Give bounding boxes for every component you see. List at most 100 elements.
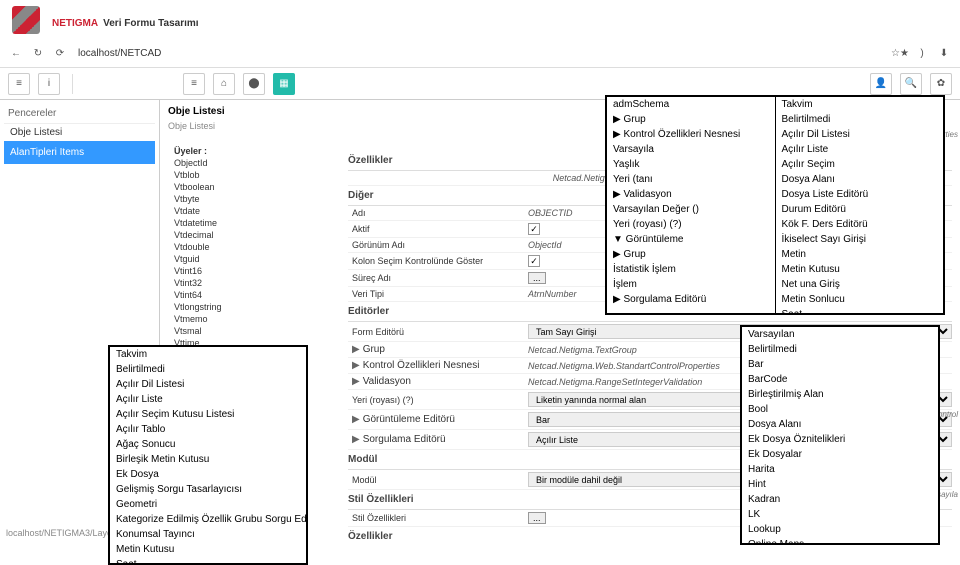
dropdown-item[interactable]: admSchema bbox=[607, 97, 775, 112]
home-button[interactable]: ⌂ bbox=[213, 73, 235, 95]
dropdown-item[interactable]: Kategorize Edilmiş Özellik Grubu Sorgu E… bbox=[110, 512, 306, 527]
alantipleri-item[interactable]: AlanTipleri Items bbox=[4, 141, 155, 164]
dropdown-item[interactable]: Durum Editörü bbox=[776, 202, 944, 217]
dropdown-item[interactable]: Açılır Seçim bbox=[776, 157, 944, 172]
dropdown-item[interactable]: Ek Dosya Öznitelikleri bbox=[742, 432, 938, 447]
list-button[interactable]: ≡ bbox=[183, 73, 205, 95]
member-item[interactable]: Vtbyt​e bbox=[170, 193, 270, 205]
dropdown-item[interactable]: Geometri bbox=[110, 497, 306, 512]
dropdown-item[interactable]: Yeri (royası) (?) bbox=[607, 217, 775, 232]
dropdown-item[interactable]: ▶ Grup bbox=[607, 112, 775, 127]
dropdown-item[interactable]: Birleşik Metin Kutusu bbox=[110, 452, 306, 467]
member-item[interactable]: Vtint16 bbox=[170, 265, 270, 277]
star-icon[interactable]: ☆★ bbox=[892, 46, 908, 62]
dropdown-item[interactable]: Açılır Dil Listesi bbox=[110, 377, 306, 392]
dropdown-item[interactable]: Ek Dosyalar bbox=[742, 447, 938, 462]
location-icon[interactable]: ⬤ bbox=[243, 73, 265, 95]
dropdown-item[interactable]: Açılır Liste bbox=[776, 142, 944, 157]
member-item[interactable]: Vtdecimal bbox=[170, 229, 270, 241]
dropdown-item[interactable]: Açılır Tablo bbox=[110, 422, 306, 437]
back-icon[interactable]: ← bbox=[8, 46, 24, 62]
dropdown-item[interactable]: Birleştirilmiş Alan bbox=[742, 387, 938, 402]
dropdown-item[interactable]: Yaşlık bbox=[607, 157, 775, 172]
member-item[interactable]: Vtlongstring bbox=[170, 301, 270, 313]
dropdown-item[interactable]: Metin bbox=[776, 247, 944, 262]
dropdown-item[interactable]: Belirtilmedi bbox=[110, 362, 306, 377]
menu-icon[interactable]: ) bbox=[914, 46, 930, 62]
dropdown-item[interactable]: Açılır Dil Listesi bbox=[776, 127, 944, 142]
dropdown-item[interactable]: ▼ Görüntüleme bbox=[607, 232, 775, 247]
dropdown-item[interactable]: Açılır Liste bbox=[110, 392, 306, 407]
dropdown-item[interactable]: Metin Kutusu bbox=[110, 542, 306, 557]
dropdown-item[interactable]: Dosya Alanı bbox=[742, 417, 938, 432]
dropdown-item[interactable]: ▶ Kontrol Özellikleri Nesnesi bbox=[607, 127, 775, 142]
dropdown-item[interactable]: Hint bbox=[742, 477, 938, 492]
member-item[interactable]: Vtdouble bbox=[170, 241, 270, 253]
member-item[interactable]: Vtint32 bbox=[170, 277, 270, 289]
pencereler-header[interactable]: Pencereler bbox=[4, 104, 155, 124]
member-item[interactable]: Vtmemo bbox=[170, 313, 270, 325]
dropdown-item[interactable]: Belirtilmedi bbox=[776, 112, 944, 127]
reload-icon[interactable]: ⟳ bbox=[52, 46, 68, 62]
member-item[interactable]: ObjectId bbox=[170, 157, 270, 169]
dropdown-top-right[interactable]: admSchema▶ Grup▶ Kontrol Özellikleri Nes… bbox=[605, 95, 945, 315]
dropdown-item[interactable]: Saat bbox=[776, 307, 944, 315]
dropdown-item[interactable]: Varsayılan bbox=[742, 327, 938, 342]
dropdown-item[interactable]: İstatistik İşlem bbox=[607, 262, 775, 277]
dropdown-item[interactable]: İkiselect Sayı Girişi bbox=[776, 232, 944, 247]
dropdown-item[interactable]: İşlem bbox=[607, 277, 775, 292]
download-icon[interactable]: ⬇ bbox=[936, 46, 952, 62]
info-button[interactable]: i bbox=[38, 73, 60, 95]
kolon-checkbox[interactable] bbox=[528, 255, 540, 267]
search-icon[interactable]: 🔍 bbox=[900, 73, 922, 95]
dropdown-form-editor[interactable]: TakvimBelirtilmediAçılır Dil ListesiAçıl… bbox=[108, 345, 308, 565]
address-bar[interactable]: localhost/NETCAD bbox=[74, 46, 886, 61]
dropdown-item[interactable]: Lookup bbox=[742, 522, 938, 537]
member-item[interactable]: Vtboolean bbox=[170, 181, 270, 193]
member-item[interactable]: Vtint64 bbox=[170, 289, 270, 301]
dropdown-item[interactable]: Varsayılan Değer () bbox=[607, 202, 775, 217]
forward-icon[interactable]: ↻ bbox=[30, 46, 46, 62]
dropdown-item[interactable]: Yeri (tanı bbox=[607, 172, 775, 187]
member-item[interactable]: Vtguid bbox=[170, 253, 270, 265]
dropdown-item[interactable]: Ek Dosya bbox=[110, 467, 306, 482]
dropdown-item[interactable]: Varsayıla bbox=[607, 142, 775, 157]
aktif-checkbox[interactable] bbox=[528, 223, 540, 235]
dropdown-item[interactable]: Harita bbox=[742, 462, 938, 477]
member-item[interactable]: Vtblob bbox=[170, 169, 270, 181]
dropdown-item[interactable]: BarCode bbox=[742, 372, 938, 387]
dropdown-item[interactable]: ▶ Validasyon bbox=[607, 187, 775, 202]
stil-button[interactable]: ... bbox=[528, 512, 546, 524]
dropdown-item[interactable]: ▶ Sorgulama Editörü bbox=[607, 292, 775, 307]
menu-button[interactable]: ≡ bbox=[8, 73, 30, 95]
dropdown-item[interactable]: Dosya Liste Editörü bbox=[776, 187, 944, 202]
grid-button[interactable]: ▦ bbox=[273, 73, 295, 95]
dropdown-item[interactable]: Kadran bbox=[742, 492, 938, 507]
obje-listesi-item[interactable]: Obje Listesi bbox=[4, 124, 155, 141]
app-logo bbox=[12, 6, 40, 34]
member-item[interactable]: Vtsma​l bbox=[170, 325, 270, 337]
dropdown-item[interactable]: Takvim bbox=[776, 97, 944, 112]
dropdown-item[interactable]: Saat bbox=[110, 557, 306, 565]
dropdown-item[interactable]: Metin Sonlucu bbox=[776, 292, 944, 307]
member-item[interactable]: Vtdate bbox=[170, 205, 270, 217]
dropdown-item[interactable]: ▶ Grup bbox=[607, 247, 775, 262]
dropdown-item[interactable]: Takvim bbox=[110, 347, 306, 362]
dropdown-bottom-right[interactable]: VarsayılanBelirtilmediBarBarCodeBirleşti… bbox=[740, 325, 940, 545]
user-icon[interactable]: 👤 bbox=[870, 73, 892, 95]
dropdown-item[interactable]: Bool bbox=[742, 402, 938, 417]
settings-icon[interactable]: ✿ bbox=[930, 73, 952, 95]
dropdown-item[interactable]: Belirtilmedi bbox=[742, 342, 938, 357]
dropdown-item[interactable]: Kök F. Ders Editörü bbox=[776, 217, 944, 232]
dropdown-item[interactable]: Bar bbox=[742, 357, 938, 372]
dropdown-item[interactable]: Dosya Alanı bbox=[776, 172, 944, 187]
dropdown-item[interactable]: Gelişmiş Sorgu Tasarlayıcısı bbox=[110, 482, 306, 497]
dropdown-item[interactable]: Online Maps bbox=[742, 537, 938, 545]
dropdown-item[interactable]: Net una Giriş bbox=[776, 277, 944, 292]
dropdown-item[interactable]: Ağaç Sonucu bbox=[110, 437, 306, 452]
member-item[interactable]: Vtdatetime bbox=[170, 217, 270, 229]
surec-button[interactable]: ... bbox=[528, 272, 546, 284]
dropdown-item[interactable]: Açılır Seçim Kutusu Listesi bbox=[110, 407, 306, 422]
dropdown-item[interactable]: Metin Kutusu bbox=[776, 262, 944, 277]
dropdown-item[interactable]: LK bbox=[742, 507, 938, 522]
